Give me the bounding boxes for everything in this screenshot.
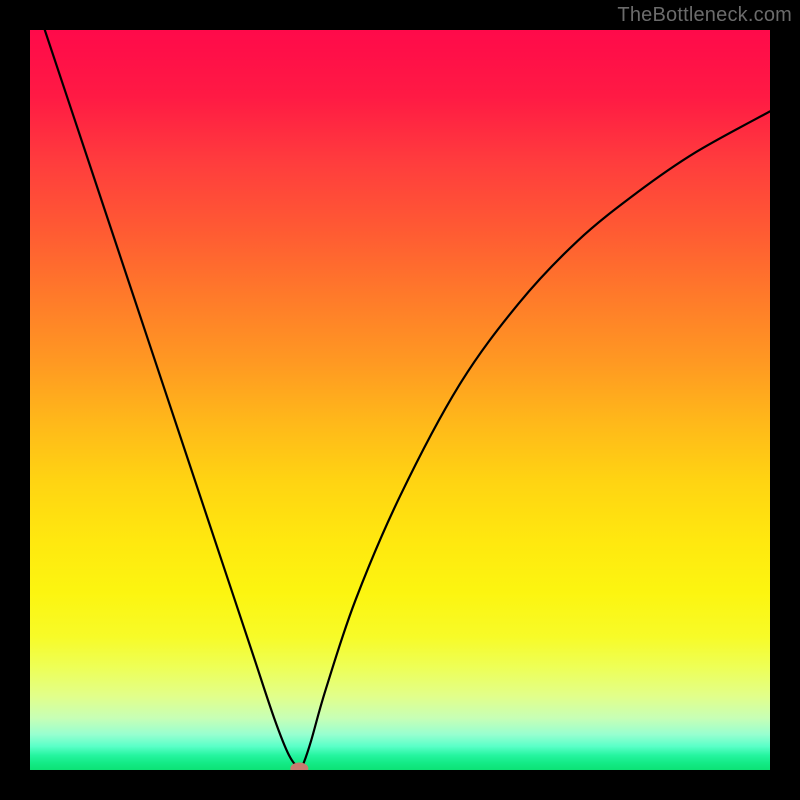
chart-svg xyxy=(30,30,770,770)
watermark-label: TheBottleneck.com xyxy=(617,4,792,27)
plot-area xyxy=(30,30,770,770)
chart-container: TheBottleneck.com xyxy=(0,0,800,800)
curve-layer xyxy=(45,30,770,770)
bottleneck-curve xyxy=(45,30,770,769)
